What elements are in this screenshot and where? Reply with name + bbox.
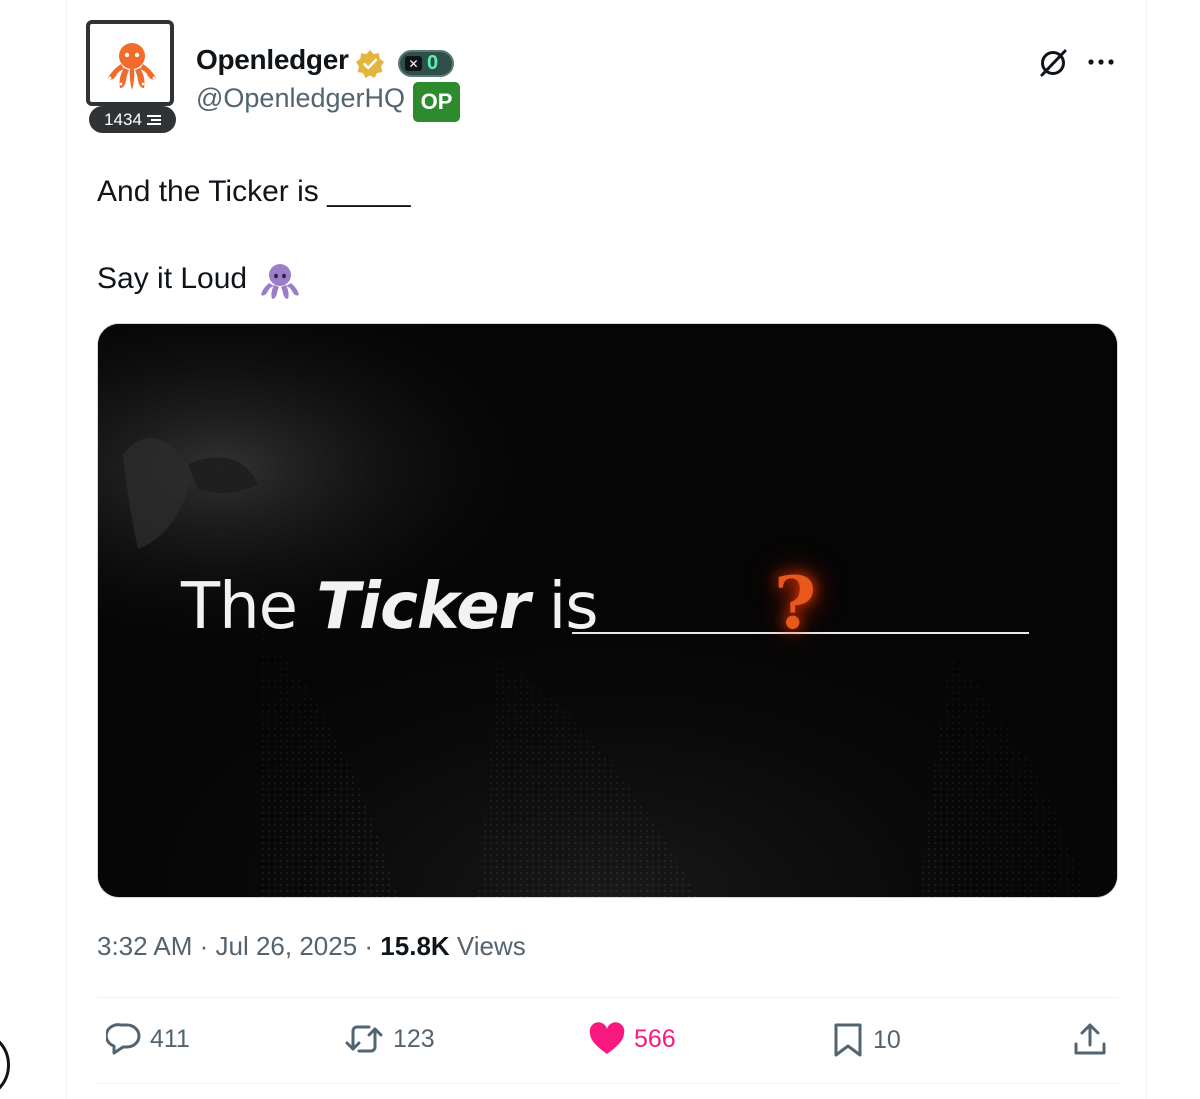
tweet-date[interactable]: Jul 26, 2025 (216, 931, 358, 961)
more-options-icon[interactable] (1086, 52, 1116, 72)
bookmark-button[interactable]: 10 (831, 1022, 901, 1058)
reply-icon (106, 1023, 141, 1055)
octopus-emoji-icon (261, 264, 299, 299)
avatar-score-count: 1434 (104, 109, 142, 129)
media-text-prefix: The (181, 570, 317, 644)
heart-filled-icon (589, 1022, 625, 1054)
octopus-icon (108, 43, 156, 90)
like-button[interactable]: 566 (588, 1022, 676, 1056)
views-label: Views (449, 931, 526, 961)
avatar[interactable] (86, 20, 174, 106)
verified-gold-badge-icon[interactable] (355, 49, 385, 79)
share-icon (1074, 1023, 1106, 1055)
slashed-circle-icon[interactable] (1036, 46, 1070, 80)
meta-separator: · (192, 931, 216, 961)
like-count: 566 (634, 1024, 676, 1053)
op-badge[interactable]: OP (413, 82, 460, 122)
tweet-text-line: And the Ticker is _____ (97, 175, 411, 208)
media-question-mark: ? (774, 560, 817, 645)
list-lines-icon (146, 114, 161, 126)
media-headline: The Ticker is (181, 570, 599, 644)
x-logo-icon: ✕ (405, 56, 422, 71)
x-score-badge[interactable]: ✕ 0 (398, 50, 454, 77)
timeline-border-left (66, 0, 67, 1099)
display-name[interactable]: Openledger (196, 44, 349, 76)
tweet-text-line: Say it Loud (97, 262, 248, 295)
media-text-bold: Ticker (316, 570, 530, 644)
user-handle[interactable]: @OpenledgerHQ (196, 83, 405, 114)
bookmark-count: 10 (873, 1025, 901, 1054)
views-count: 15.8K (380, 931, 450, 961)
timeline-border-right (1146, 0, 1147, 1099)
divider (97, 997, 1118, 998)
divider (97, 1083, 1118, 1084)
share-button[interactable] (1072, 1022, 1108, 1058)
repost-icon (345, 1025, 383, 1053)
tweet-media-image[interactable]: The Ticker is ? (97, 323, 1118, 898)
repost-count: 123 (393, 1024, 435, 1053)
x-score-count: 0 (427, 52, 439, 74)
meta-separator: · (357, 931, 381, 961)
tweet-page: 1434 Openledger ✕ 0 @OpenledgerHQ OP And… (0, 0, 1200, 1099)
tweet-time[interactable]: 3:32 AM (97, 931, 192, 961)
partial-circle-button[interactable] (0, 1030, 10, 1099)
bookmark-icon (834, 1023, 862, 1057)
repost-button[interactable]: 123 (343, 1022, 435, 1056)
reply-button[interactable]: 411 (106, 1022, 190, 1056)
reply-count: 411 (150, 1024, 190, 1053)
avatar-score-badge: 1434 (89, 106, 176, 133)
tweet-meta: 3:32 AM · Jul 26, 2025 · 15.8K Views (97, 931, 526, 962)
